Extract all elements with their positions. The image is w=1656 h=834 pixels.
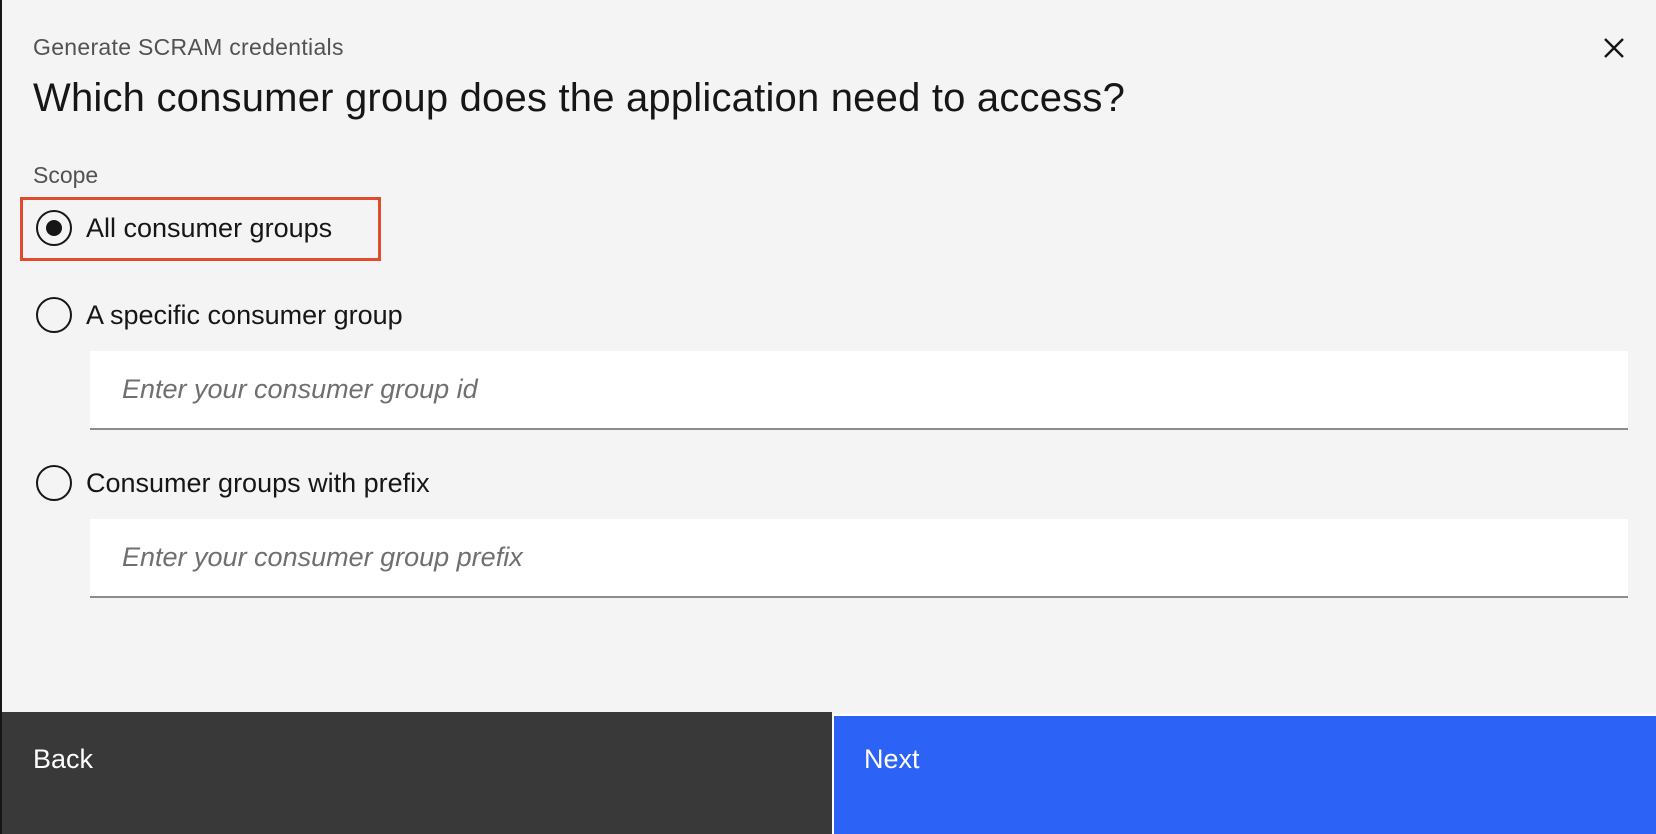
radio-consumer-groups-prefix[interactable]: Consumer groups with prefix: [36, 465, 430, 501]
radio-label: A specific consumer group: [86, 299, 403, 330]
radio-button-checked[interactable]: [36, 210, 72, 246]
close-icon: [1604, 38, 1624, 58]
radio-label: All consumer groups: [86, 212, 333, 243]
scope-label: Scope: [33, 162, 99, 188]
consumer-group-prefix-input[interactable]: [90, 519, 1628, 598]
back-button[interactable]: Back: [2, 712, 832, 834]
radio-label: Consumer groups with prefix: [86, 467, 430, 498]
next-button[interactable]: Next: [832, 714, 1656, 834]
radio-all-consumer-groups[interactable]: All consumer groups: [36, 210, 332, 246]
modal-label: Generate SCRAM credentials: [33, 34, 344, 60]
radio-button[interactable]: [36, 465, 72, 501]
modal-footer: Back Next: [2, 712, 1656, 834]
modal: Generate SCRAM credentials Which consume…: [0, 0, 1656, 834]
radio-specific-consumer-group[interactable]: A specific consumer group: [36, 297, 403, 333]
close-button[interactable]: [1596, 30, 1632, 66]
radio-button[interactable]: [36, 297, 72, 333]
consumer-group-id-input[interactable]: [90, 351, 1628, 430]
modal-heading: Which consumer group does the applicatio…: [33, 76, 1126, 120]
radio-dot: [46, 220, 62, 236]
